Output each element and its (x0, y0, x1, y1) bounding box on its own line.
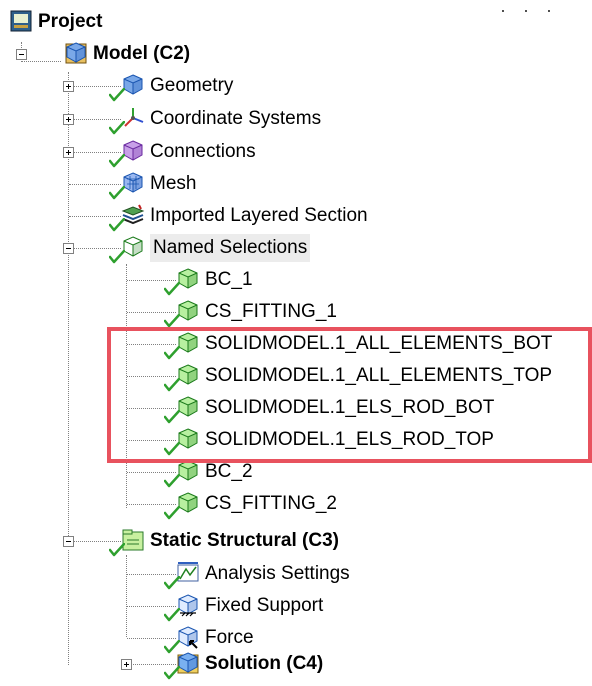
tree-item-analysis-settings[interactable]: Analysis Settings (205, 560, 350, 588)
expand-icon[interactable] (63, 81, 74, 92)
project-icon (9, 9, 33, 33)
tree-item-named-selection[interactable]: CS_FITTING_1 (205, 298, 337, 326)
tree-item-connections[interactable]: Connections (150, 138, 256, 166)
tree-item-named-selection[interactable]: BC_1 (205, 266, 253, 294)
tree-item-fixed-support[interactable]: Fixed Support (205, 592, 323, 620)
tree-item-force[interactable]: Force (205, 624, 254, 652)
check-icon (163, 280, 181, 296)
collapse-icon[interactable] (63, 243, 74, 254)
model-icon (64, 41, 88, 65)
check-icon (108, 119, 126, 135)
tree-guide (68, 72, 69, 542)
collapse-icon[interactable] (63, 536, 74, 547)
tree-item-project[interactable]: Project (38, 8, 102, 36)
check-icon (108, 248, 126, 264)
collapse-icon[interactable] (16, 49, 27, 60)
tree-guide (126, 555, 127, 637)
tree-item-coordinate-systems[interactable]: Coordinate Systems (150, 105, 321, 133)
tree-item-imported-layered-section[interactable]: Imported Layered Section (150, 202, 368, 230)
check-icon (108, 216, 126, 232)
check-icon (108, 541, 126, 557)
check-icon (163, 664, 181, 680)
highlight-box (107, 327, 592, 463)
check-icon (108, 184, 126, 200)
check-icon (163, 472, 181, 488)
tree-item-geometry[interactable]: Geometry (150, 72, 233, 100)
tree-item-model[interactable]: Model (C2) (93, 40, 190, 68)
truncated-indicator: · · · (500, 0, 558, 20)
expand-icon[interactable] (63, 114, 74, 125)
tree-guide (21, 61, 61, 62)
tree-item-named-selections[interactable]: Named Selections (150, 234, 311, 262)
check-icon (163, 504, 181, 520)
tree-item-solution[interactable]: Solution (C4) (205, 650, 323, 678)
check-icon (108, 152, 126, 168)
check-icon (163, 606, 181, 622)
tree-item-named-selection[interactable]: CS_FITTING_2 (205, 490, 337, 518)
check-icon (163, 312, 181, 328)
tree-item-mesh[interactable]: Mesh (150, 170, 196, 198)
check-icon (163, 638, 181, 654)
expand-icon[interactable] (63, 147, 74, 158)
tree-guide (68, 550, 69, 665)
expand-icon[interactable] (121, 659, 132, 670)
tree-item-static-structural[interactable]: Static Structural (C3) (150, 527, 339, 555)
check-icon (108, 86, 126, 102)
check-icon (163, 574, 181, 590)
